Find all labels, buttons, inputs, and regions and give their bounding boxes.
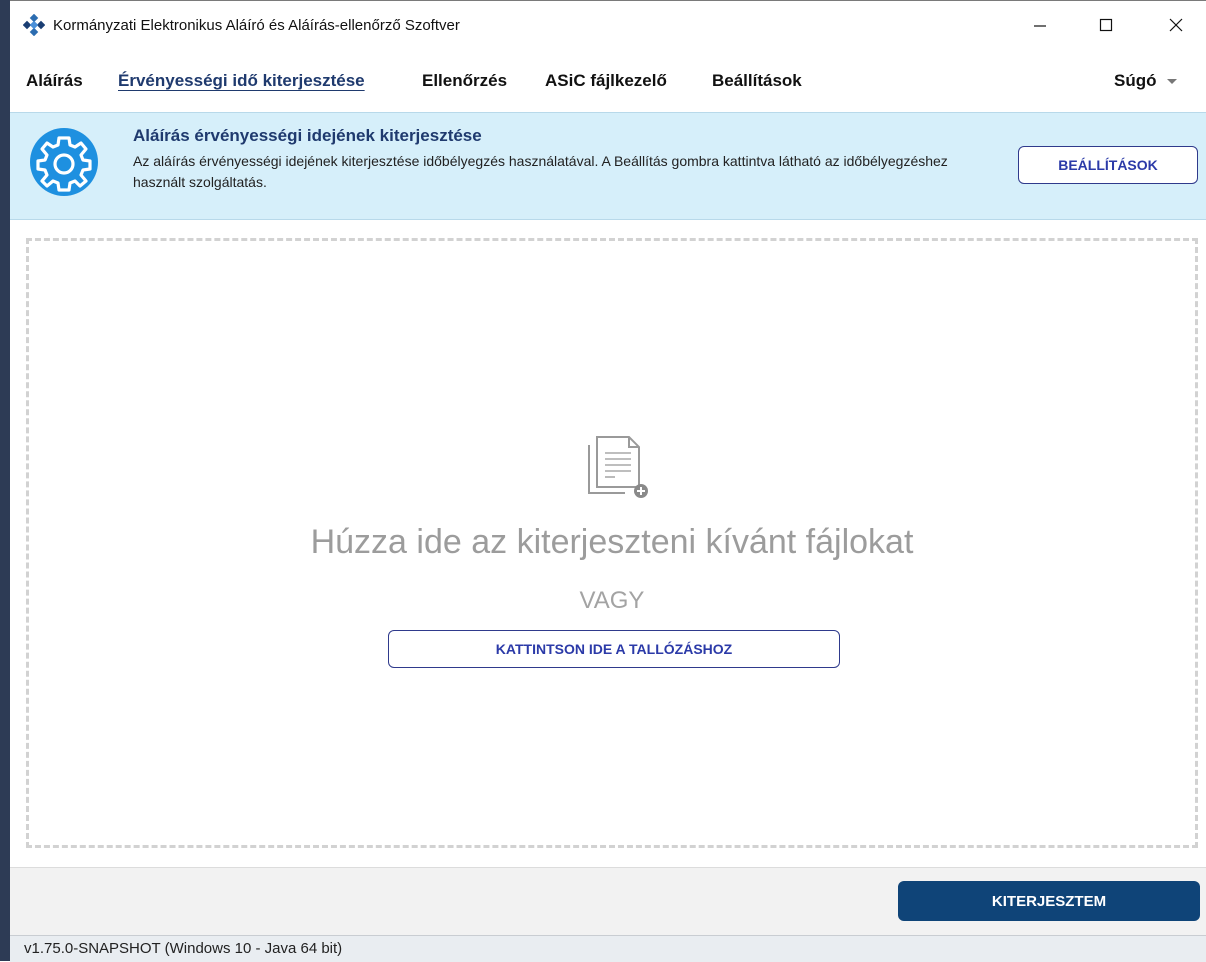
menu-help-label: Súgó (1114, 71, 1157, 90)
info-banner: Aláírás érvényességi idejének kiterjeszt… (10, 112, 1206, 220)
menu-settings[interactable]: Beállítások (712, 71, 802, 91)
desktop-edge (0, 0, 10, 961)
title-bar: Kormányzati Elektronikus Aláíró és Aláír… (10, 1, 1206, 49)
file-drop-zone[interactable]: Húzza ide az kiterjeszteni kívánt fájlok… (26, 238, 1198, 848)
version-label: v1.75.0-SNAPSHOT (Windows 10 - Java 64 b… (24, 940, 343, 957)
menu-help[interactable]: Súgó (1114, 71, 1177, 91)
extend-button[interactable]: KITERJESZTEM (898, 881, 1200, 921)
menu-verification[interactable]: Ellenőrzés (422, 71, 507, 91)
maximize-icon (1099, 18, 1113, 32)
chevron-down-icon (1166, 79, 1177, 85)
menu-signing[interactable]: Aláírás (26, 71, 83, 91)
window-title: Kormányzati Elektronikus Aláíró és Aláír… (53, 16, 460, 34)
gear-icon (30, 128, 98, 196)
browse-button[interactable]: KATTINTSON IDE A TALLÓZÁSHOZ (388, 630, 840, 668)
status-bar: v1.75.0-SNAPSHOT (Windows 10 - Java 64 b… (10, 935, 1206, 962)
maximize-button[interactable] (1076, 1, 1136, 49)
or-separator: VAGY (579, 587, 645, 614)
menu-bar: Aláírás Érvényességi idő kiterjesztése E… (10, 71, 1206, 105)
menu-asic-file-manager[interactable]: ASiC fájlkezelő (545, 71, 667, 91)
action-bar: KITERJESZTEM (10, 867, 1206, 935)
add-document-icon (588, 436, 648, 498)
app-window: Kormányzati Elektronikus Aláíró és Aláír… (10, 0, 1206, 962)
banner-description: Az aláírás érvényességi idejének kiterje… (133, 153, 948, 190)
close-icon (1169, 18, 1183, 32)
settings-button[interactable]: BEÁLLÍTÁSOK (1018, 146, 1198, 184)
app-logo-icon (23, 14, 45, 36)
close-button[interactable] (1146, 1, 1206, 49)
banner-title: Aláírás érvényességi idejének kiterjeszt… (133, 126, 482, 145)
drop-prompt: Húzza ide az kiterjeszteni kívánt fájlok… (310, 523, 914, 561)
menu-validity-extension[interactable]: Érvényességi idő kiterjesztése (118, 71, 365, 91)
minimize-button[interactable] (1010, 1, 1070, 49)
minimize-icon (1034, 25, 1046, 27)
